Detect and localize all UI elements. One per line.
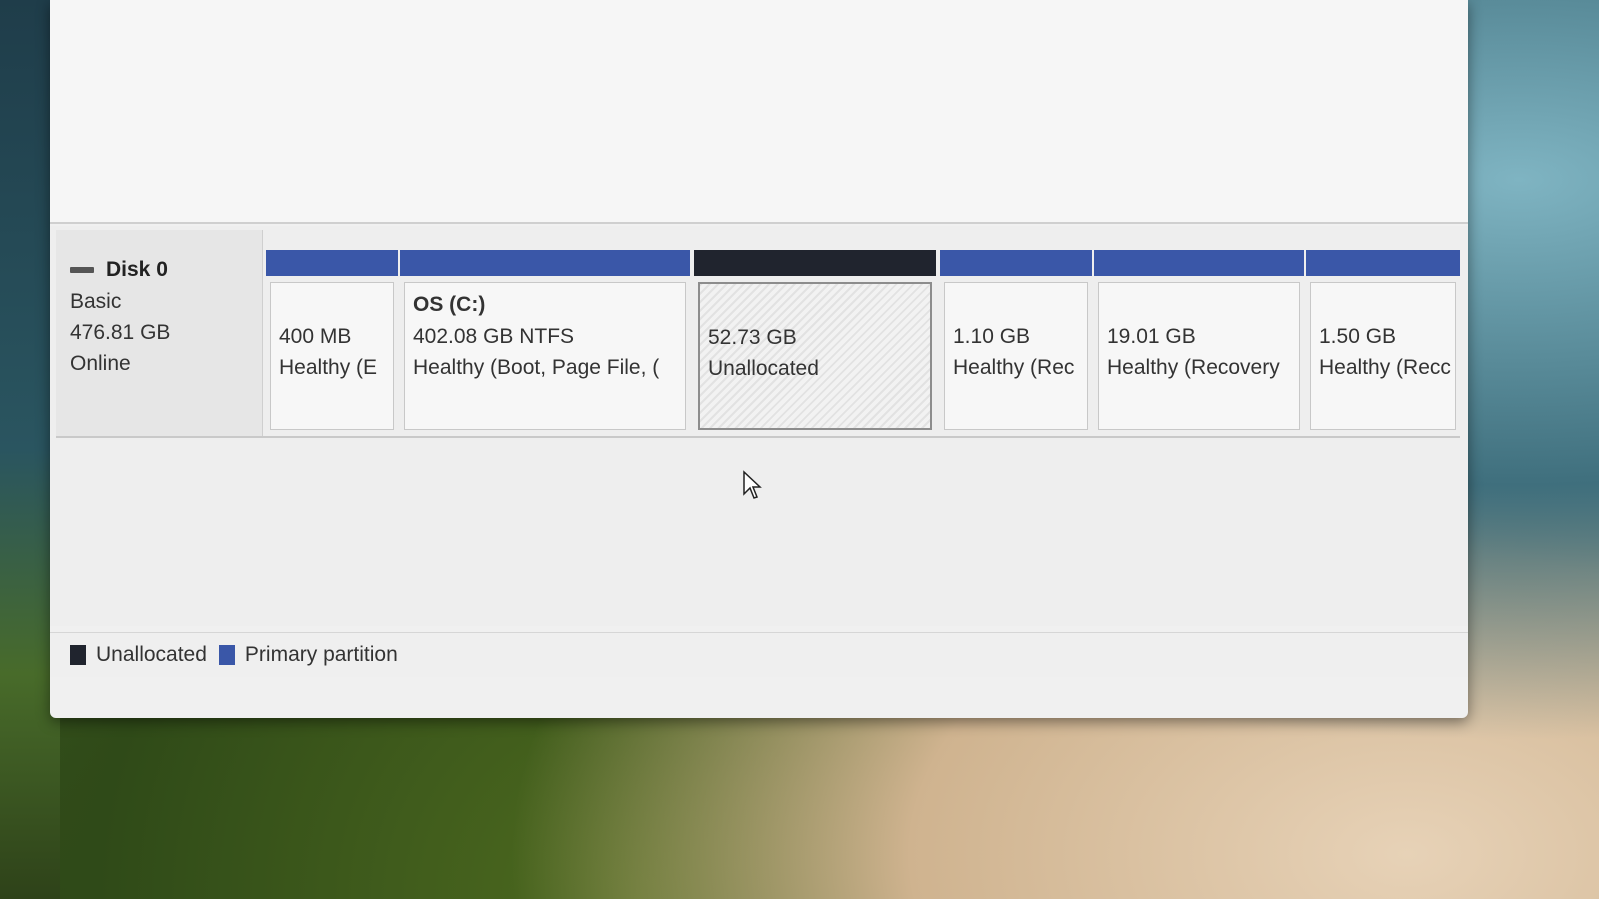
partition-recovery-3[interactable]: 1.50 GB Healthy (Recc	[1306, 250, 1460, 432]
disk-size: 476.81 GB	[70, 321, 171, 344]
partition-recovery-2[interactable]: 19.01 GB Healthy (Recovery	[1094, 250, 1304, 432]
mouse-pointer-icon	[743, 470, 762, 499]
partition-recovery-2-size: 19.01 GB	[1107, 325, 1196, 348]
partition-1[interactable]: 400 MB Healthy (E	[266, 250, 398, 432]
disk-row: Disk 0 Basic 476.81 GB Online 400 MB Hea…	[56, 230, 1460, 438]
unallocated-status: Unallocated	[708, 357, 819, 380]
partition-recovery-3-status: Healthy (Recc	[1319, 356, 1451, 379]
disk-name: Disk 0	[106, 258, 168, 281]
partition-os-c[interactable]: OS (C:) 402.08 GB NTFS Healthy (Boot, Pa…	[400, 250, 690, 432]
partition-1-size: 400 MB	[279, 325, 352, 348]
partition-os-c-status: Healthy (Boot, Page File, (	[413, 356, 660, 379]
partition-1-bar	[266, 250, 398, 276]
disk-icon	[70, 267, 94, 273]
legend-swatch-primary	[218, 645, 235, 665]
partition-recovery-1[interactable]: 1.10 GB Healthy (Rec	[940, 250, 1092, 432]
unallocated-space[interactable]: 52.73 GB Unallocated	[694, 250, 936, 432]
disk-management-window: Disk 0 Basic 476.81 GB Online 400 MB Hea…	[50, 0, 1468, 718]
unallocated-size: 52.73 GB	[708, 326, 797, 349]
partition-recovery-2-status: Healthy (Recovery	[1107, 356, 1280, 379]
partition-1-status: Healthy (E	[279, 356, 378, 379]
disk-type: Basic	[70, 290, 122, 313]
disk-info-panel[interactable]: Disk 0 Basic 476.81 GB Online	[56, 230, 263, 436]
partition-recovery-1-size: 1.10 GB	[953, 325, 1031, 348]
partition-recovery-1-bar	[940, 250, 1092, 276]
legend-item-unallocated: Unallocated	[70, 643, 207, 667]
disk-graphical-pane: Disk 0 Basic 476.81 GB Online 400 MB Hea…	[50, 226, 1468, 626]
legend-swatch-unallocated	[70, 645, 86, 665]
volume-list-pane[interactable]	[50, 0, 1468, 224]
legend-label-unallocated: Unallocated	[96, 643, 207, 666]
partition-recovery-1-status: Healthy (Rec	[953, 356, 1075, 379]
legend-label-primary: Primary partition	[244, 643, 398, 666]
legend-item-primary: Primary partition	[218, 643, 398, 667]
unallocated-bar	[694, 250, 936, 276]
partition-strip: 400 MB Healthy (E OS (C:) 402.08 GB NTFS…	[266, 250, 1460, 432]
legend: Unallocated Primary partition	[70, 640, 410, 670]
partition-os-c-size: 402.08 GB NTFS	[413, 325, 575, 348]
partition-recovery-3-bar	[1306, 250, 1460, 276]
partition-recovery-3-size: 1.50 GB	[1319, 325, 1397, 348]
partition-recovery-2-bar	[1094, 250, 1304, 276]
partition-os-c-title: OS (C:)	[413, 293, 486, 316]
disk-status: Online	[70, 352, 131, 375]
partition-os-c-bar	[400, 250, 690, 276]
